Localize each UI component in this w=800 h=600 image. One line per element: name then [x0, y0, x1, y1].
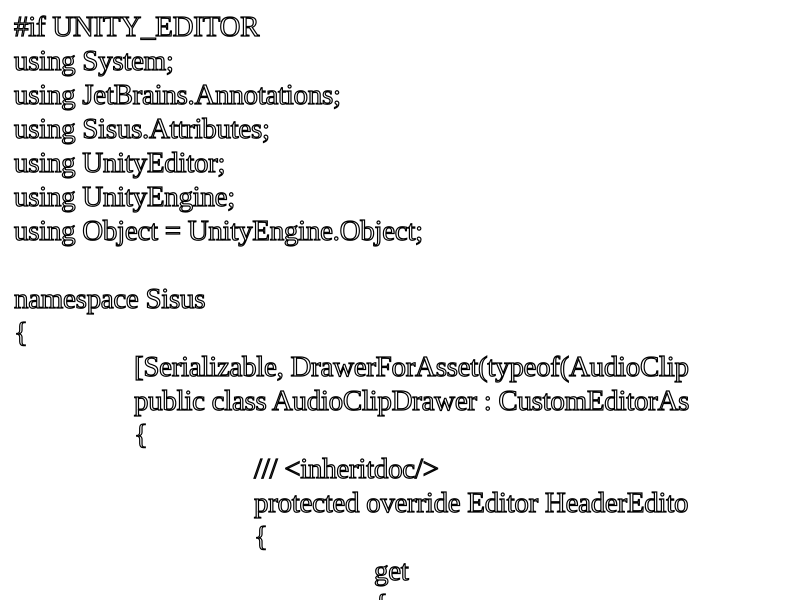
code-line-using-jetbrains: using JetBrains.Annotations; [13, 78, 341, 111]
code-line-class-open-brace: { [133, 418, 148, 451]
code-line-namespace: namespace Sisus [13, 282, 206, 315]
code-line-doc-comment: /// <inheritdoc/> [253, 452, 439, 485]
code-line-attributes: [Serializable, DrawerForAsset(typeof(Aud… [133, 350, 689, 383]
code-line-using-object-alias: using Object = UnityEngine.Object; [13, 214, 423, 247]
code-document: #if UNITY_EDITOR using System; using Jet… [0, 0, 800, 600]
code-line-property-declaration: protected override Editor HeaderEdito [253, 486, 689, 519]
code-line-using-unityeditor: using UnityEditor; [13, 146, 226, 179]
code-line-property-open-brace: { [253, 520, 268, 553]
code-line-class-declaration: public class AudioClipDrawer : CustomEdi… [133, 384, 690, 417]
code-line-namespace-open-brace: { [13, 316, 28, 349]
code-line-get-open-brace: { [373, 588, 388, 600]
code-line-using-sisus-attributes: using Sisus.Attributes; [13, 112, 270, 145]
code-line-using-system: using System; [13, 44, 174, 77]
code-line-preprocessor: #if UNITY_EDITOR [13, 10, 260, 43]
code-line-using-unityengine: using UnityEngine; [13, 180, 235, 213]
code-line-get-accessor: get [373, 554, 409, 587]
